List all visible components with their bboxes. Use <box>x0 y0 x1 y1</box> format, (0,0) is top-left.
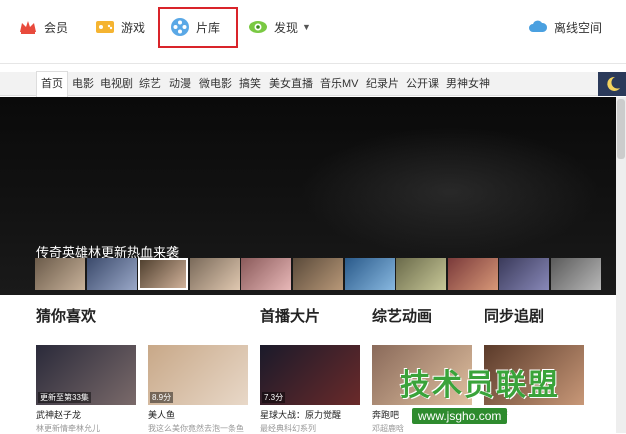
video-description: 我这么美你竟然去泡一条鱼 <box>148 424 244 433</box>
tab-music-mv[interactable]: 音乐MV <box>316 72 363 96</box>
moon-icon <box>607 76 620 91</box>
watermark-url: www.jsgho.com <box>412 408 508 424</box>
section-premiere: 首播大片 <box>260 305 320 326</box>
nav-discover-label: 发现 <box>274 20 299 35</box>
hero-thumbnail[interactable] <box>499 258 550 290</box>
video-thumbnail[interactable]: 7.3分 <box>260 345 360 405</box>
caret-down-icon: ▼ <box>302 22 311 32</box>
nav-game-label: 游戏 <box>121 20 146 35</box>
video-title[interactable]: 武神赵子龙 <box>36 408 136 421</box>
section-guess-you-like: 猜你喜欢 <box>36 305 96 326</box>
hero-thumbnail[interactable] <box>396 258 447 290</box>
video-thumbnail[interactable]: 更新至第33集 <box>36 345 136 405</box>
video-title[interactable]: 美人鱼 <box>148 408 248 421</box>
hero-thumbnail[interactable] <box>447 258 498 290</box>
nav-game[interactable]: 游戏 <box>95 14 145 40</box>
tab-documentary[interactable]: 纪录片 <box>362 72 403 96</box>
nav-offline-label: 离线空间 <box>553 20 602 35</box>
hero-thumbnail[interactable] <box>86 258 137 290</box>
video-thumbnail[interactable]: 8.9分 <box>148 345 248 405</box>
tab-open-course[interactable]: 公开课 <box>402 72 443 96</box>
eye-icon <box>248 17 268 37</box>
tab-variety[interactable]: 综艺 <box>135 72 165 96</box>
section-title: 综艺动画 <box>372 308 433 325</box>
scrollbar-thumb[interactable] <box>617 99 625 159</box>
night-mode-toggle[interactable] <box>598 72 626 96</box>
video-description: 林更新情牵林允儿 <box>36 424 100 433</box>
hero-thumbnail[interactable] <box>35 258 85 290</box>
cloud-icon <box>528 17 548 37</box>
hero-thumbnail[interactable] <box>189 258 240 290</box>
tab-funny[interactable]: 搞笑 <box>235 72 265 96</box>
tab-anime[interactable]: 动漫 <box>165 72 195 96</box>
nav-vip[interactable]: 会员 <box>18 14 68 40</box>
video-title[interactable]: 星球大战：原力觉醒 <box>260 408 360 421</box>
tab-micro-film[interactable]: 微电影 <box>195 72 236 96</box>
section-title: 猜你喜欢 <box>36 308 97 325</box>
hero-thumbnail-selected[interactable] <box>138 258 189 290</box>
nav-discover[interactable]: 发现 ▼ <box>248 14 311 40</box>
hero-thumbnail-strip <box>35 258 616 290</box>
tab-idols[interactable]: 男神女神 <box>442 72 494 96</box>
category-bar: 首页 电影 电视剧 综艺 动漫 微电影 搞笑 美女直播 音乐MV 纪录片 公开课… <box>0 71 626 97</box>
nav-offline-space[interactable]: 离线空间 <box>528 14 602 40</box>
hero-thumbnail[interactable] <box>344 258 395 290</box>
section-title: 同步追剧 <box>484 308 545 325</box>
rating-badge: 7.3分 <box>262 392 286 403</box>
section-variety-anime: 综艺动画 <box>372 305 432 326</box>
rating-badge: 8.9分 <box>150 392 174 403</box>
hero-banner[interactable]: 传奇英雄林更新热血来袭 <box>0 97 616 295</box>
section-title: 首播大片 <box>260 308 321 325</box>
watermark-text: 技术员联盟 <box>400 369 560 402</box>
section-drama-sync: 同步追剧 <box>484 305 544 326</box>
video-card[interactable]: 更新至第33集 武神赵子龙 林更新情牵林允儿 <box>36 345 136 434</box>
tab-tv[interactable]: 电视剧 <box>96 72 137 96</box>
highlight-box <box>158 7 238 48</box>
tab-home[interactable]: 首页 <box>36 71 68 97</box>
nav-vip-label: 会员 <box>44 20 69 35</box>
crown-icon <box>18 17 38 37</box>
tab-movie[interactable]: 电影 <box>68 72 98 96</box>
episode-badge: 更新至第33集 <box>38 392 91 403</box>
top-nav-bar: 会员 游戏 片库 发现 ▼ 离线空间 <box>0 0 626 64</box>
video-card[interactable]: 7.3分 星球大战：原力觉醒 最经典科幻系列 <box>260 345 360 434</box>
hero-thumbnail[interactable] <box>241 258 292 290</box>
gamepad-icon <box>95 17 115 37</box>
watermark: 技术员联盟 www.jsgho.com <box>400 360 590 430</box>
hero-thumbnail[interactable] <box>550 258 601 290</box>
hero-background-art <box>300 127 600 257</box>
hero-thumbnail[interactable] <box>292 258 343 290</box>
video-card[interactable]: 8.9分 美人鱼 我这么美你竟然去泡一条鱼 <box>148 345 248 434</box>
tab-live[interactable]: 美女直播 <box>265 72 317 96</box>
video-description: 最经典科幻系列 <box>260 424 316 433</box>
